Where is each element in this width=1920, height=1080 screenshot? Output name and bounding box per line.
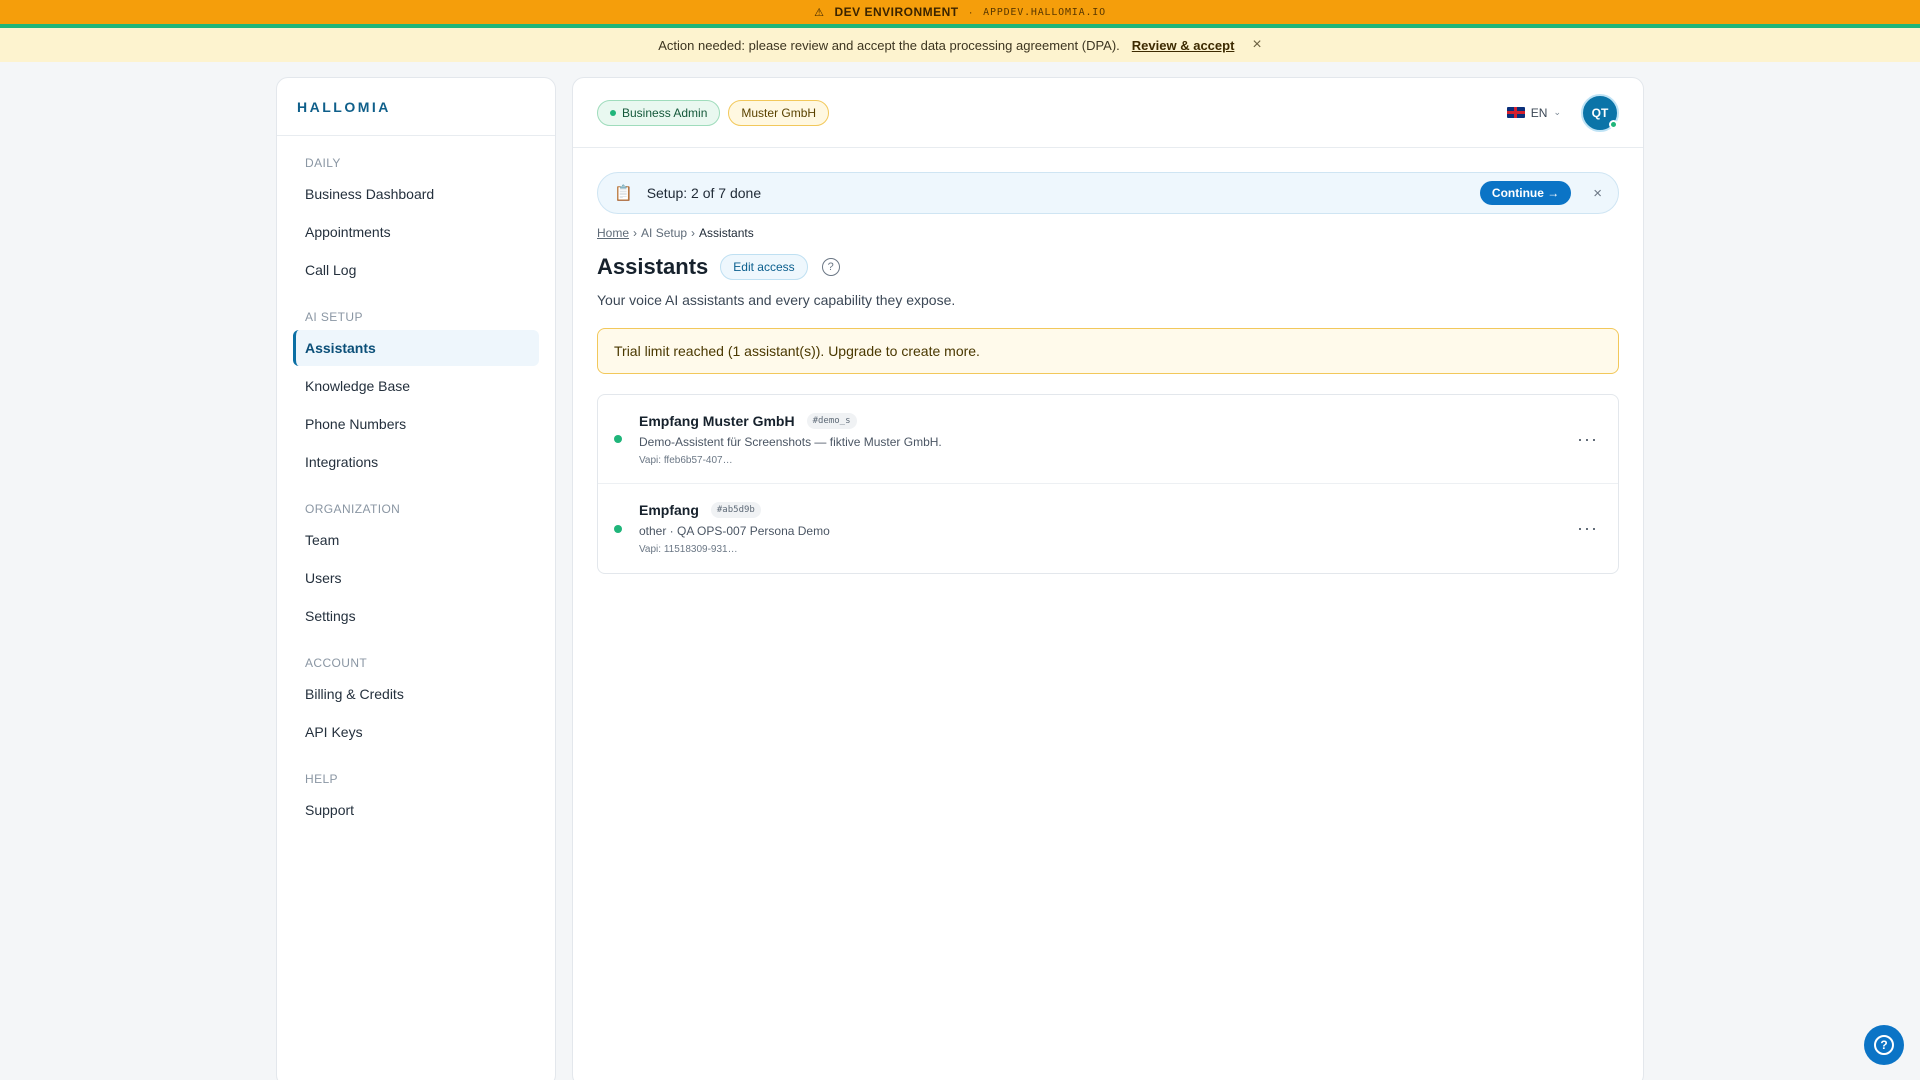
breadcrumb-separator: › <box>691 226 696 240</box>
sidebar-item-appointments[interactable]: Appointments <box>293 214 539 250</box>
sidebar-item-users[interactable]: Users <box>293 560 539 596</box>
avatar-initials: QT <box>1591 105 1609 120</box>
avatar[interactable]: QT <box>1581 93 1619 132</box>
help-chat-button[interactable]: ? <box>1864 1025 1904 1065</box>
sidebar: HALLOMIA DAILY Business Dashboard Appoin… <box>276 77 556 1080</box>
assistant-description: other · QA OPS-007 Persona Demo <box>639 524 830 538</box>
nav-section-ai-setup: AI SETUP <box>305 310 363 324</box>
help-icon: ? <box>1874 1035 1894 1055</box>
assistant-info: Empfang Muster GmbH #demo_s Demo-Assiste… <box>639 412 1571 466</box>
assistant-info: Empfang #ab5d9b other · QA OPS-007 Perso… <box>639 502 1571 555</box>
dev-environment-banner: ⚠ DEV ENVIRONMENT · APPDEV.HALLOMIA.IO <box>0 0 1920 24</box>
close-icon[interactable]: × <box>1252 36 1261 54</box>
assistant-tag: #ab5d9b <box>710 502 761 518</box>
more-options-icon[interactable]: ··· <box>1571 518 1604 539</box>
sidebar-item-assistants[interactable]: Assistants <box>293 330 539 366</box>
dpa-notice: Action needed: please review and accept … <box>0 28 1920 62</box>
assistant-name[interactable]: Empfang Muster GmbH <box>639 413 795 429</box>
sidebar-item-support[interactable]: Support <box>293 792 539 828</box>
sidebar-item-call-log[interactable]: Call Log <box>293 252 539 288</box>
sidebar-item-team[interactable]: Team <box>293 522 539 558</box>
language-selector[interactable]: EN ⌄ <box>1506 105 1561 120</box>
chevron-down-icon: ⌄ <box>1553 107 1561 117</box>
nav-section-account: ACCOUNT <box>305 656 368 670</box>
nav-section-help: HELP <box>305 772 338 786</box>
assistant-description: Demo-Assistent für Screenshots — fiktive… <box>639 434 942 449</box>
trial-limit-text: Trial limit reached (1 assistant(s)). Up… <box>614 343 980 359</box>
active-status-icon <box>614 435 622 443</box>
sidebar-item-phone-numbers[interactable]: Phone Numbers <box>293 406 539 442</box>
title-row: Assistants Edit access ? <box>597 254 1619 280</box>
assistant-vapi-id: Vapi: 11518309-931… <box>639 544 738 555</box>
continue-button[interactable]: Continue → <box>1479 181 1572 205</box>
sidebar-item-business-dashboard[interactable]: Business Dashboard <box>293 176 539 212</box>
breadcrumb-separator: › <box>633 226 638 240</box>
assistant-name-line: Empfang #ab5d9b <box>639 502 1571 518</box>
page-title: Assistants <box>597 254 709 279</box>
dev-banner-label: DEV ENVIRONMENT <box>834 5 959 19</box>
setup-progress-text: Setup: 2 of 7 done <box>646 185 762 201</box>
warning-icon: ⚠ <box>814 6 825 19</box>
breadcrumb: Home › AI Setup › Assistants <box>597 226 1619 240</box>
sidebar-item-api-keys[interactable]: API Keys <box>293 714 539 750</box>
assistant-tag: #demo_s <box>806 412 857 429</box>
role-badge-label: Business Admin <box>622 105 708 120</box>
role-badge: Business Admin <box>597 99 721 126</box>
main-panel: Business Admin Muster GmbH EN ⌄ QT 📋 Set… <box>572 77 1644 1080</box>
status-dot-icon <box>610 109 616 116</box>
list-item[interactable]: Empfang #ab5d9b other · QA OPS-007 Perso… <box>598 484 1618 573</box>
dev-banner-host: APPDEV.HALLOMIA.IO <box>983 6 1106 18</box>
sidebar-item-settings[interactable]: Settings <box>293 598 539 634</box>
clipboard-icon: 📋 <box>614 185 633 202</box>
page-subtitle: Your voice AI assistants and every capab… <box>597 292 956 308</box>
edit-access-button[interactable]: Edit access <box>720 254 808 280</box>
top-bar: Business Admin Muster GmbH EN ⌄ QT <box>573 78 1643 148</box>
sidebar-item-integrations[interactable]: Integrations <box>293 444 539 480</box>
breadcrumb-current: Assistants <box>699 226 754 240</box>
language-label: EN <box>1530 105 1548 120</box>
sidebar-item-knowledge-base[interactable]: Knowledge Base <box>293 368 539 404</box>
assistant-name[interactable]: Empfang <box>639 502 699 518</box>
nav-section-daily: DAILY <box>305 156 341 170</box>
assistant-list: Empfang Muster GmbH #demo_s Demo-Assiste… <box>597 394 1619 574</box>
online-status-icon <box>1609 119 1618 129</box>
review-accept-link[interactable]: Review & accept <box>1132 38 1235 53</box>
uk-flag-icon <box>1506 107 1525 118</box>
trial-limit-notice: Trial limit reached (1 assistant(s)). Up… <box>597 328 1619 374</box>
dev-banner-separator: · <box>968 5 974 19</box>
assistant-vapi-id: Vapi: ffeb6b57-407… <box>639 454 733 466</box>
list-item[interactable]: Empfang Muster GmbH #demo_s Demo-Assiste… <box>598 395 1618 484</box>
help-icon[interactable]: ? <box>821 258 840 276</box>
nav-section-organization: ORGANIZATION <box>305 502 401 516</box>
sidebar-item-billing-credits[interactable]: Billing & Credits <box>293 676 539 712</box>
sidebar-nav: DAILY Business Dashboard Appointments Ca… <box>277 136 555 828</box>
active-status-icon <box>614 524 622 533</box>
brand-logo[interactable]: HALLOMIA <box>277 78 555 136</box>
org-badge-label: Muster GmbH <box>741 105 817 120</box>
org-badge[interactable]: Muster GmbH <box>728 99 830 126</box>
breadcrumb-ai-setup[interactable]: AI Setup <box>641 226 687 240</box>
more-options-icon[interactable]: ··· <box>1571 429 1604 450</box>
dpa-message: Action needed: please review and accept … <box>658 37 1120 53</box>
breadcrumb-home[interactable]: Home <box>597 226 629 240</box>
assistant-name-line: Empfang Muster GmbH #demo_s <box>639 412 1571 429</box>
close-icon[interactable]: × <box>1593 185 1602 202</box>
setup-progress-bar: 📋 Setup: 2 of 7 done Continue → × <box>597 172 1619 214</box>
page-content: 📋 Setup: 2 of 7 done Continue → × Home ›… <box>573 148 1643 598</box>
